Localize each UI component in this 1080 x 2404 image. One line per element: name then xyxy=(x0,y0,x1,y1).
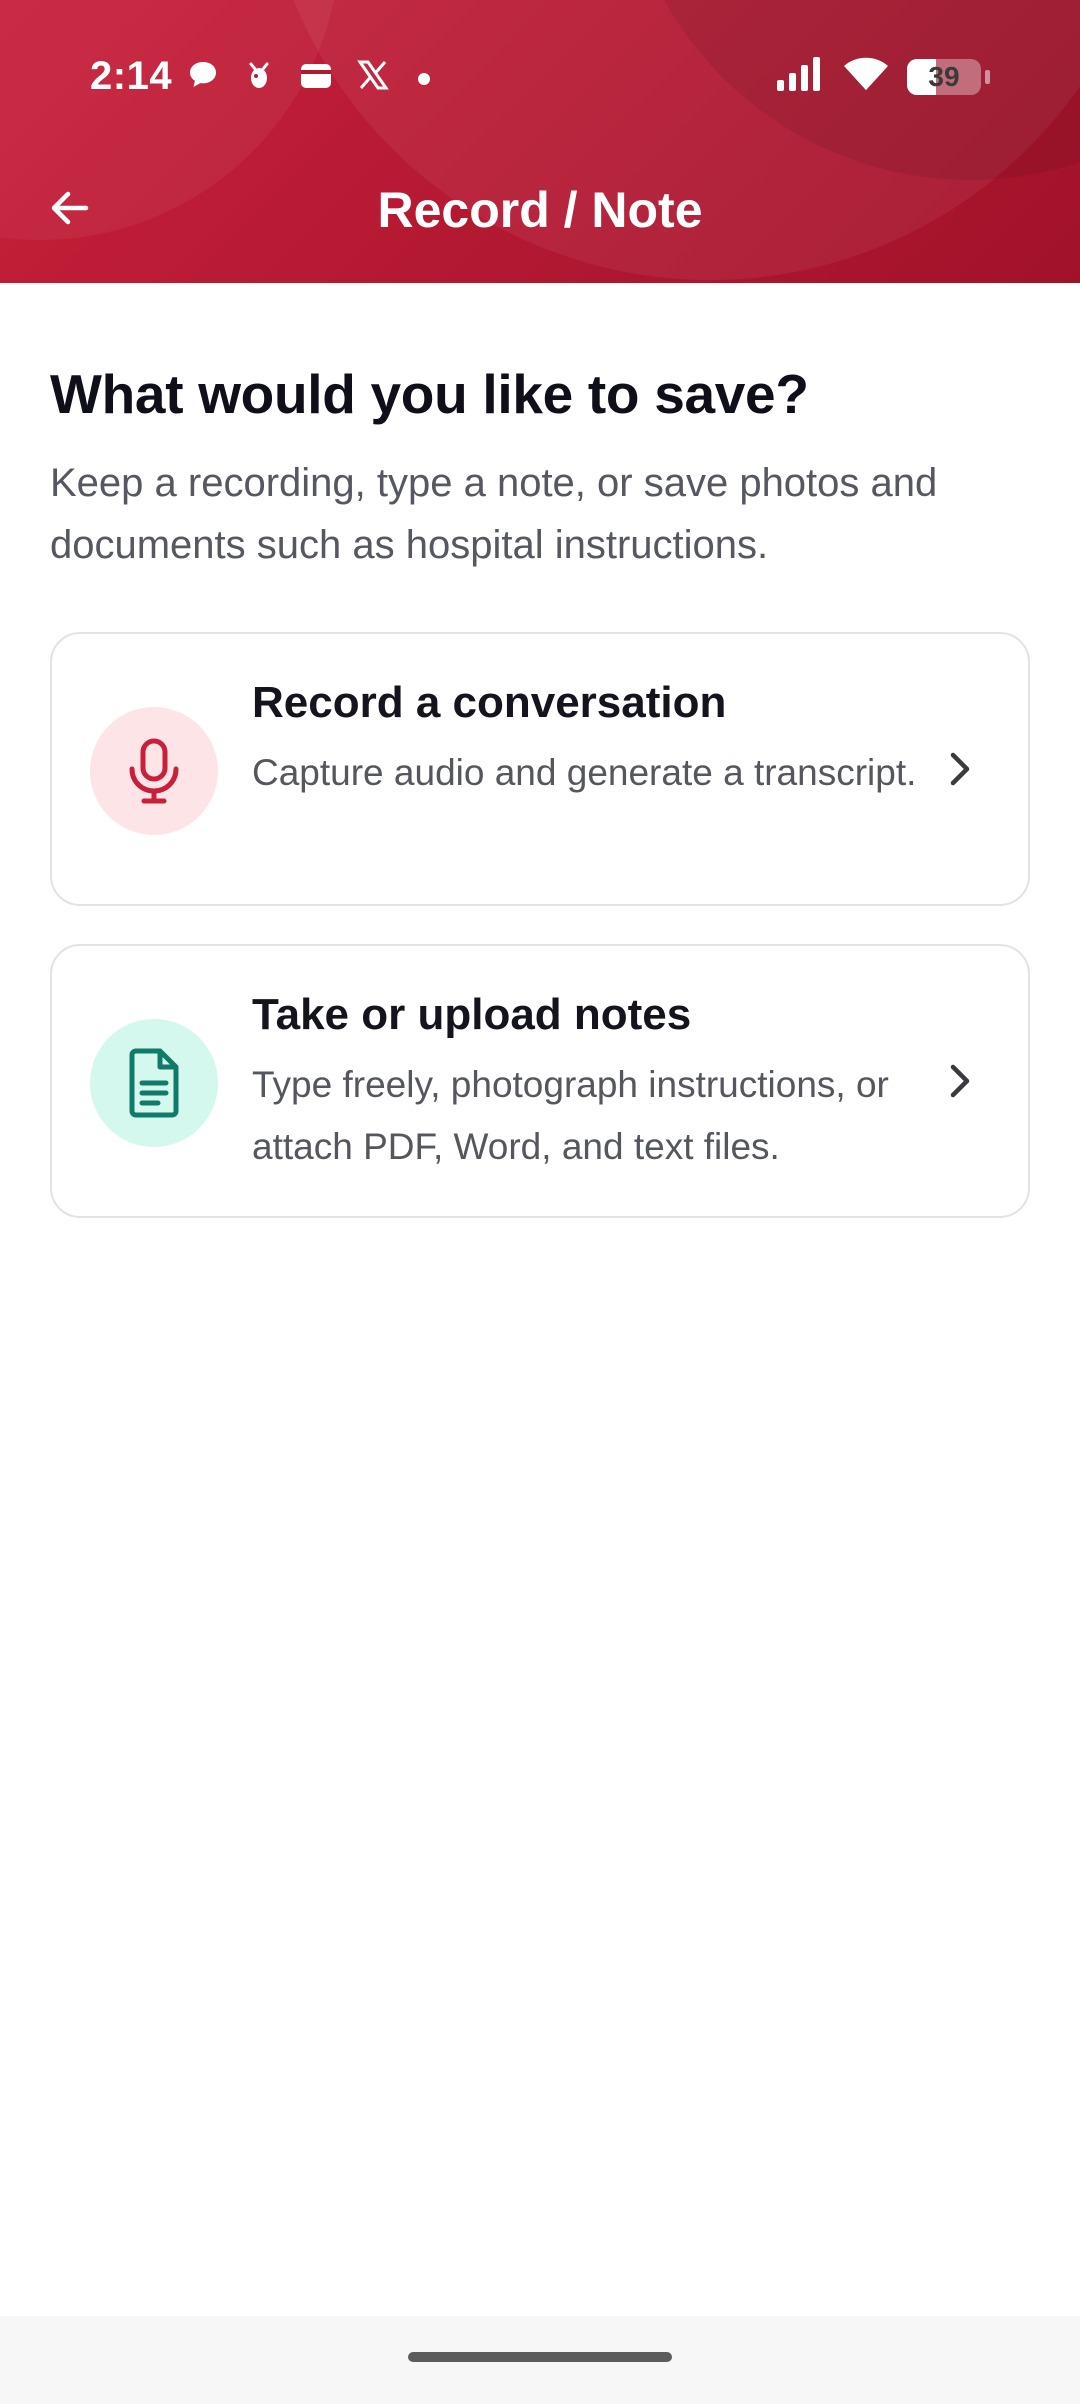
home-indicator[interactable] xyxy=(408,2352,672,2362)
page-heading: What would you like to save? xyxy=(50,363,809,425)
status-bar: 2:14 39 xyxy=(0,0,1080,160)
record-conversation-card[interactable]: Record a conversation Capture audio and … xyxy=(50,632,1030,906)
x-logo-icon xyxy=(356,58,390,99)
option-title: Record a conversation xyxy=(252,678,727,727)
signal-icon xyxy=(775,56,825,97)
page-subtitle: Keep a recording, type a note, or save p… xyxy=(50,461,938,567)
wifi-icon xyxy=(843,56,889,97)
battery-icon: 39 xyxy=(907,58,981,95)
system-navigation-bar xyxy=(0,2316,1080,2404)
microphone-icon xyxy=(129,738,179,804)
option-description: Type freely, photograph instructions, or… xyxy=(252,1064,889,1167)
page-title: Record / Note xyxy=(377,182,703,238)
chat-bubble-icon xyxy=(186,58,220,99)
microphone-icon-badge xyxy=(90,707,218,835)
record-note-screen: 2:14 39 Record / Note What would you lik… xyxy=(0,0,1080,2404)
notification-icons xyxy=(186,58,430,99)
document-icon xyxy=(129,1048,179,1118)
option-title: Take or upload notes xyxy=(252,990,692,1039)
take-upload-notes-card[interactable]: Take or upload notes Type freely, photog… xyxy=(50,944,1030,1218)
system-icons: 39 xyxy=(775,56,990,97)
status-time: 2:14 xyxy=(90,54,173,98)
chevron-right-icon xyxy=(934,744,984,794)
battery-cap xyxy=(985,69,990,84)
chevron-right-icon xyxy=(934,1056,984,1106)
app-header: 2:14 39 Record / Note xyxy=(0,0,1080,283)
option-description: Capture audio and generate a transcript. xyxy=(252,752,917,793)
notification-dot-icon xyxy=(418,72,430,85)
wallet-icon xyxy=(298,58,334,99)
document-icon-badge xyxy=(90,1019,218,1147)
bug-app-icon xyxy=(242,58,276,99)
battery-level: 39 xyxy=(928,60,960,92)
